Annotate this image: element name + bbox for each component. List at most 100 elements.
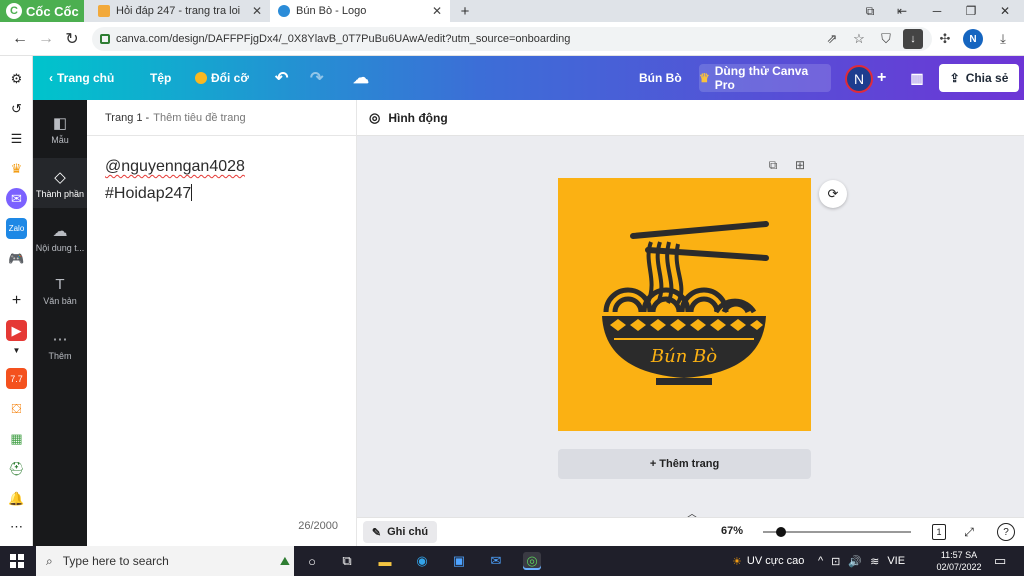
profile-avatar[interactable]: N xyxy=(963,29,983,49)
reading-list-icon[interactable]: ☰ xyxy=(6,128,27,149)
zoom-percentage[interactable]: 67% xyxy=(721,525,743,537)
design-title[interactable]: Bún Bò xyxy=(639,56,682,100)
add-page-button[interactable]: + Thêm trang xyxy=(558,449,811,479)
game-controller-icon[interactable]: 🎮 xyxy=(6,248,27,269)
rail-item-templates[interactable]: ◧ Mẫu xyxy=(33,104,87,154)
add-sidebar-app-icon[interactable]: + xyxy=(6,290,27,311)
rail-item-elements[interactable]: ◇ Thành phần xyxy=(33,158,87,208)
close-icon[interactable]: ✕ xyxy=(252,4,262,18)
animate-icon: ◎ xyxy=(369,109,381,125)
forward-button[interactable]: → xyxy=(34,27,58,51)
chevron-up-icon[interactable]: ^ xyxy=(818,555,823,567)
design-page[interactable]: Bún Bò xyxy=(558,178,811,431)
bun-bo-logo: Bún Bò xyxy=(602,221,769,385)
network-device-icon[interactable]: ⊡ xyxy=(831,555,840,568)
windows-start-icon[interactable] xyxy=(10,554,24,568)
note-line-2[interactable]: #Hoidap247 xyxy=(105,184,193,203)
zalo-icon[interactable]: Zalo xyxy=(6,218,27,239)
notes-panel: Trang 1 - Thêm tiêu đề trang @nguyenngan… xyxy=(87,100,357,546)
home-button[interactable]: ‹ Trang chủ xyxy=(49,56,114,100)
shield-icon[interactable]: ⛉ xyxy=(876,29,896,49)
try-pro-button[interactable]: ♛ Dùng thử Canva Pro xyxy=(699,64,831,92)
bookmark-star-icon[interactable]: ☆ xyxy=(849,29,869,49)
help-icon[interactable]: ? xyxy=(997,523,1015,541)
restore-button[interactable]: ❐ xyxy=(956,0,986,22)
back-button[interactable]: ← xyxy=(8,27,32,51)
coccoc-menu-button[interactable]: C Cốc Cốc xyxy=(0,0,84,22)
redo-icon[interactable]: ↷ xyxy=(310,56,323,100)
new-tab-button[interactable]: + xyxy=(450,0,480,22)
hoidap-favicon-icon xyxy=(98,5,110,17)
page-title-input[interactable]: Thêm tiêu đề trang xyxy=(153,112,245,124)
mail-icon[interactable]: ✉ xyxy=(487,552,505,570)
crown-icon[interactable]: ♛ xyxy=(6,158,27,179)
store-icon[interactable]: ▣ xyxy=(450,552,468,570)
undo-icon[interactable]: ↶ xyxy=(275,56,288,100)
tab-hoidap[interactable]: Hỏi đáp 247 - trang tra loi ✕ xyxy=(90,0,270,22)
hat-icon[interactable]: ⛑ xyxy=(6,458,27,479)
note-line-1[interactable]: @nguyenngan4028 xyxy=(105,158,245,176)
user-avatar[interactable]: N xyxy=(845,65,873,93)
zoom-slider-handle[interactable] xyxy=(775,527,786,537)
insights-chart-icon[interactable]: ▥ xyxy=(903,64,931,92)
shopping-77-icon[interactable]: 7.7 xyxy=(6,368,27,389)
page-count-button[interactable]: 1 xyxy=(932,524,946,540)
system-tray: ^ ⊡ 🔊 ≋ VIE xyxy=(818,546,905,576)
animate-button[interactable]: Hình động xyxy=(388,111,447,125)
notes-toggle-button[interactable]: ✎ Ghi chú xyxy=(363,521,437,543)
grid-app-icon[interactable]: ▦ xyxy=(6,428,27,449)
fullscreen-icon[interactable]: ⤢ xyxy=(960,523,978,541)
market-icon[interactable]: ⛋ xyxy=(6,398,27,419)
weather-widget[interactable]: ☀ UV cực cao xyxy=(732,546,804,576)
downloads-icon[interactable]: ⤓ xyxy=(993,29,1013,49)
wifi-icon[interactable]: ≋ xyxy=(870,555,879,568)
system-clock[interactable]: 11:57 SA 02/07/2022 xyxy=(930,549,988,573)
download-status-icon[interactable]: ↓ xyxy=(903,29,923,49)
coccoc-taskbar-icon[interactable]: ◎ xyxy=(523,552,541,570)
close-window-button[interactable]: ✕ xyxy=(990,0,1020,22)
minimize-button[interactable]: ─ xyxy=(922,0,952,22)
weather-label: UV cực cao xyxy=(746,555,805,567)
resize-button[interactable]: Đổi cỡ xyxy=(195,56,249,100)
chevron-down-icon[interactable]: ▼ xyxy=(6,340,27,361)
youtube-icon[interactable]: ▶ xyxy=(6,320,27,341)
note-line-2-text: #Hoidap247 xyxy=(105,185,192,202)
settings-gear-icon[interactable]: ⚙ xyxy=(6,68,27,89)
add-people-button[interactable]: + xyxy=(877,56,886,100)
cortana-icon[interactable]: ○ xyxy=(303,552,321,570)
close-icon[interactable]: ✕ xyxy=(432,4,442,18)
task-view-icon[interactable]: ⧉ xyxy=(338,552,356,570)
notification-center-icon[interactable]: ▭ xyxy=(994,546,1006,576)
screenshot-icon[interactable]: ⧉ xyxy=(855,0,885,22)
rail-item-text[interactable]: T Văn bản xyxy=(33,266,87,316)
rail-item-uploads[interactable]: ☁ Nội dung t... xyxy=(33,212,87,262)
share-button[interactable]: ⇪ Chia sẻ xyxy=(939,64,1019,92)
rail-label: Văn bản xyxy=(43,296,77,306)
history-back-icon[interactable]: ⇤ xyxy=(887,0,917,22)
messenger-icon[interactable]: ✉ xyxy=(6,188,27,209)
more-options-icon[interactable]: ⋯ xyxy=(6,516,27,537)
history-icon[interactable]: ↺ xyxy=(6,98,27,119)
file-explorer-icon[interactable]: ▬ xyxy=(376,552,394,570)
duplicate-page-icon[interactable]: ⧉ xyxy=(766,158,780,172)
sun-uv-icon: ☀ xyxy=(732,555,742,568)
taskbar-search-box[interactable]: ⌕ Type here to search ⛰ xyxy=(36,546,294,576)
edge-icon[interactable]: ◉ xyxy=(413,552,431,570)
extensions-puzzle-icon[interactable]: ✣ xyxy=(935,29,955,49)
file-menu-button[interactable]: Tệp xyxy=(150,56,171,100)
regenerate-icon[interactable]: ⟳ xyxy=(819,180,847,208)
clock-date: 02/07/2022 xyxy=(936,562,982,572)
rail-item-more[interactable]: ⋯ Thêm xyxy=(33,320,87,370)
volume-icon[interactable]: 🔊 xyxy=(848,555,862,568)
address-bar-row: ← → ↻ canva.com/design/DAFFPFjgDx4/_0X8Y… xyxy=(0,22,1024,56)
rail-label: Thành phần xyxy=(35,188,85,199)
language-indicator[interactable]: VIE xyxy=(887,555,905,567)
reload-button[interactable]: ↻ xyxy=(60,27,84,51)
cloud-sync-icon[interactable]: ☁ xyxy=(353,56,369,100)
add-page-icon[interactable]: ⊞ xyxy=(793,158,807,172)
url-field[interactable]: canva.com/design/DAFFPFjgDx4/_0X8YlavB_0… xyxy=(92,27,932,51)
crown-coin-icon xyxy=(195,72,207,84)
tab-bunbo[interactable]: Bún Bò - Logo ✕ xyxy=(270,0,450,22)
notification-bell-icon[interactable]: 🔔 xyxy=(6,488,27,509)
share-page-icon[interactable]: ⇗ xyxy=(822,29,842,49)
